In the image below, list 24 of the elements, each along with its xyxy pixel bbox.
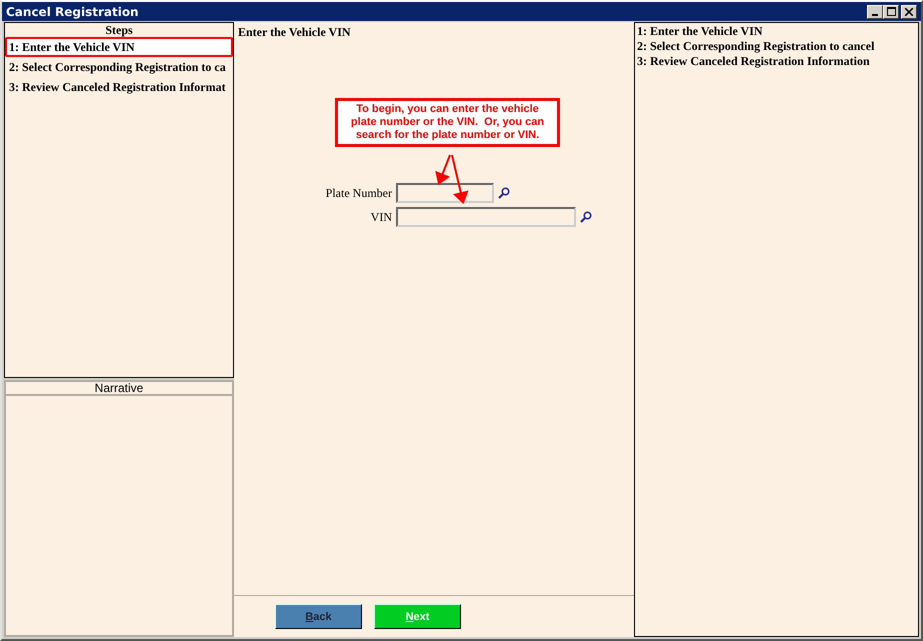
callout: To begin, you can enter the vehicle plate number or the VIN. Or, you can search for the plate number or VIN.: [335, 98, 560, 147]
window-title: Cancel Registration: [6, 4, 139, 18]
field-label: Plate Number: [324, 186, 392, 200]
step-summary: 1: Enter the Vehicle VIN: [637, 24, 764, 39]
search-icon[interactable]: [498, 187, 510, 199]
panel-title: Steps: [104, 23, 134, 37]
minimize-button[interactable]: [867, 4, 883, 18]
maximize-button[interactable]: [883, 4, 899, 18]
step-item[interactable]: 1: Enter the Vehicle VIN: [5, 37, 233, 57]
input-field[interactable]: [396, 183, 494, 203]
minimize-icon: [872, 14, 878, 16]
search-icon[interactable]: [580, 211, 592, 223]
panel-title: Narrative: [6, 382, 232, 396]
input-field[interactable]: [396, 207, 576, 227]
step-summary: 3: Review Canceled Registration Information: [637, 54, 871, 69]
page-heading: Enter the Vehicle VIN: [237, 24, 352, 41]
back-button[interactable]: Back: [275, 604, 362, 629]
step-item[interactable]: 2: Select Corresponding Registration to ca: [5, 57, 233, 77]
maximize-icon: [886, 6, 896, 16]
close-button[interactable]: [901, 4, 917, 18]
step-summary: 2: Select Corresponding Registration to cancel: [637, 39, 876, 54]
step-item[interactable]: 3: Review Canceled Registration Informat: [5, 77, 233, 97]
field-label: VIN: [370, 210, 392, 224]
close-icon: [905, 8, 913, 16]
